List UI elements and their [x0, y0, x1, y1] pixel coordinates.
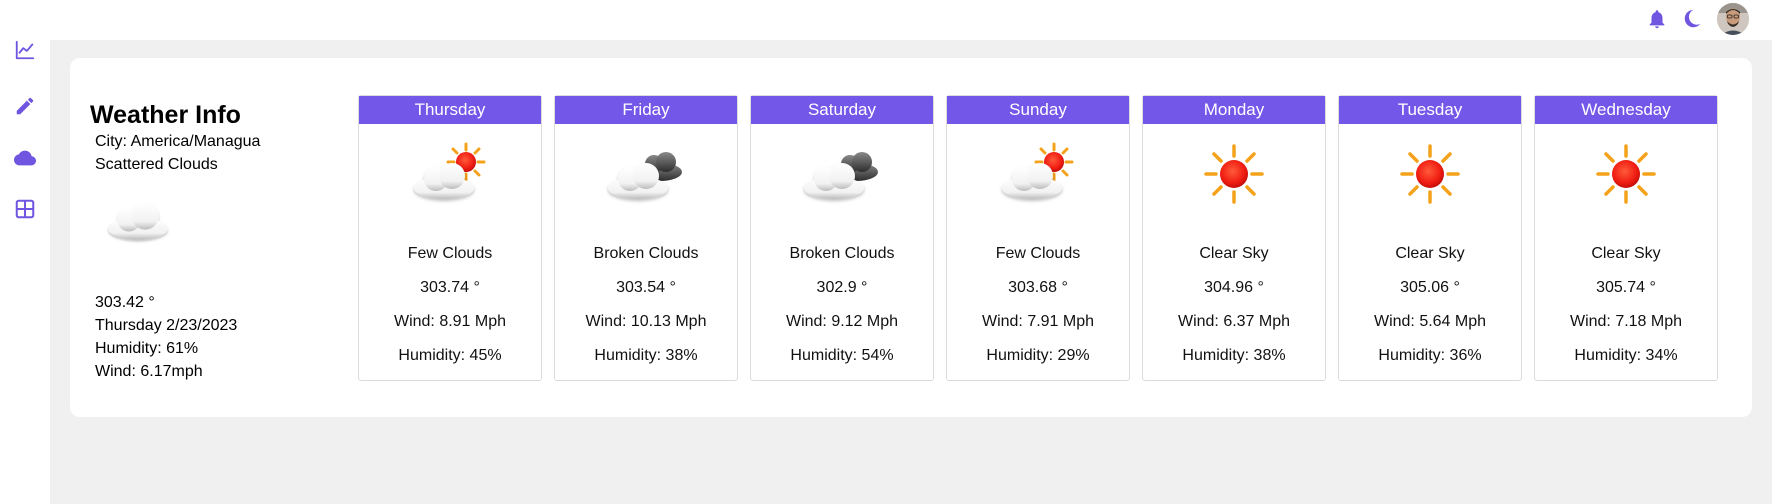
clear-sky-icon — [1204, 144, 1264, 204]
forecast-humidity: Humidity: 34% — [1574, 347, 1678, 364]
current-weather: Weather Info City: America/Managua Scatt… — [90, 100, 350, 383]
forecast-day-name: Thursday — [359, 96, 541, 124]
broken-clouds-icon — [608, 152, 682, 199]
forecast-day-card: Friday Broken Clouds 303.54 ° Wind: 10.1… — [554, 95, 738, 381]
forecast-temp: 303.74 ° — [420, 279, 480, 296]
forecast-temp: 305.06 ° — [1400, 279, 1460, 296]
forecast-humidity: Humidity: 45% — [398, 347, 502, 364]
forecast-wind: Wind: 8.91 Mph — [393, 313, 507, 330]
forecast-wind: Wind: 6.37 Mph — [1177, 313, 1291, 330]
weather-title: Weather Info — [90, 101, 241, 129]
forecast-humidity: Humidity: 38% — [594, 347, 698, 364]
forecast-day-card: Monday Clear Sky 304.96 ° Wind: 6.37 Mph… — [1142, 95, 1326, 381]
top-bar — [0, 0, 1772, 40]
forecast-condition: Few Clouds — [407, 245, 493, 262]
forecast-day-name: Saturday — [751, 96, 933, 124]
forecast-wind: Wind: 9.12 Mph — [785, 313, 899, 330]
forecast-wind: Wind: 7.91 Mph — [981, 313, 1095, 330]
current-condition: Scattered Clouds — [95, 156, 218, 173]
few-clouds-icon — [414, 142, 486, 199]
sidebar — [0, 0, 50, 504]
forecast-wind: Wind: 5.64 Mph — [1373, 313, 1487, 330]
forecast-day-name: Sunday — [947, 96, 1129, 124]
forecast-wind: Wind: 10.13 Mph — [585, 313, 707, 330]
forecast-temp: 302.9 ° — [816, 279, 868, 296]
forecast-humidity: Humidity: 38% — [1182, 347, 1286, 364]
forecast-day-name: Friday — [555, 96, 737, 124]
forecast-day-card: Thursday Few Clouds 303.74 ° Wind: 8.91 … — [358, 95, 542, 381]
few-clouds-icon — [1002, 142, 1074, 199]
forecast-condition: Clear Sky — [1395, 245, 1465, 262]
forecast-humidity: Humidity: 36% — [1378, 347, 1482, 364]
forecast-day-card: Saturday Broken Clouds 302.9 ° Wind: 9.1… — [750, 95, 934, 381]
cloud-icon[interactable] — [12, 145, 38, 171]
forecast-day-card: Sunday Few Clouds 303.68 ° Wind: 7.91 Mp… — [946, 95, 1130, 381]
forecast-temp: 305.74 ° — [1596, 279, 1656, 296]
forecast-humidity: Humidity: 54% — [790, 347, 894, 364]
forecast-condition: Clear Sky — [1591, 245, 1661, 262]
forecast-day-name: Wednesday — [1535, 96, 1717, 124]
forecast-day-name: Monday — [1143, 96, 1325, 124]
forecast-temp: 303.54 ° — [616, 279, 676, 296]
forecast-condition: Broken Clouds — [789, 245, 895, 262]
clear-sky-icon — [1400, 144, 1460, 204]
forecast-day-card: Tuesday Clear Sky 305.06 ° Wind: 5.64 Mp… — [1338, 95, 1522, 381]
current-humidity: Humidity: 61% — [95, 340, 199, 357]
current-wind: Wind: 6.17mph — [95, 363, 203, 380]
clear-sky-icon — [1596, 144, 1656, 204]
user-avatar[interactable] — [1717, 3, 1749, 35]
forecast-temp: 304.96 ° — [1204, 279, 1264, 296]
forecast-condition: Few Clouds — [995, 245, 1081, 262]
forecast-condition: Broken Clouds — [593, 245, 699, 262]
broken-clouds-icon — [804, 152, 878, 199]
weather-card: Weather Info City: America/Managua Scatt… — [70, 58, 1752, 417]
grid-icon[interactable] — [12, 196, 38, 222]
scattered-clouds-icon — [108, 202, 168, 240]
current-temp: 303.42 ° — [95, 294, 155, 311]
city-label: City: America/Managua — [95, 133, 261, 150]
forecast-wind: Wind: 7.18 Mph — [1569, 313, 1683, 330]
pencil-icon[interactable] — [12, 93, 38, 119]
chart-line-icon[interactable] — [12, 37, 38, 63]
forecast-day-name: Tuesday — [1339, 96, 1521, 124]
moon-icon[interactable] — [1680, 6, 1706, 32]
bell-icon[interactable] — [1644, 6, 1670, 32]
forecast-temp: 303.68 ° — [1008, 279, 1068, 296]
forecast-humidity: Humidity: 29% — [986, 347, 1090, 364]
current-date: Thursday 2/23/2023 — [95, 317, 238, 334]
forecast-condition: Clear Sky — [1199, 245, 1269, 262]
forecast-day-card: Wednesday Clear Sky 305.74 ° Wind: 7.18 … — [1534, 95, 1718, 381]
